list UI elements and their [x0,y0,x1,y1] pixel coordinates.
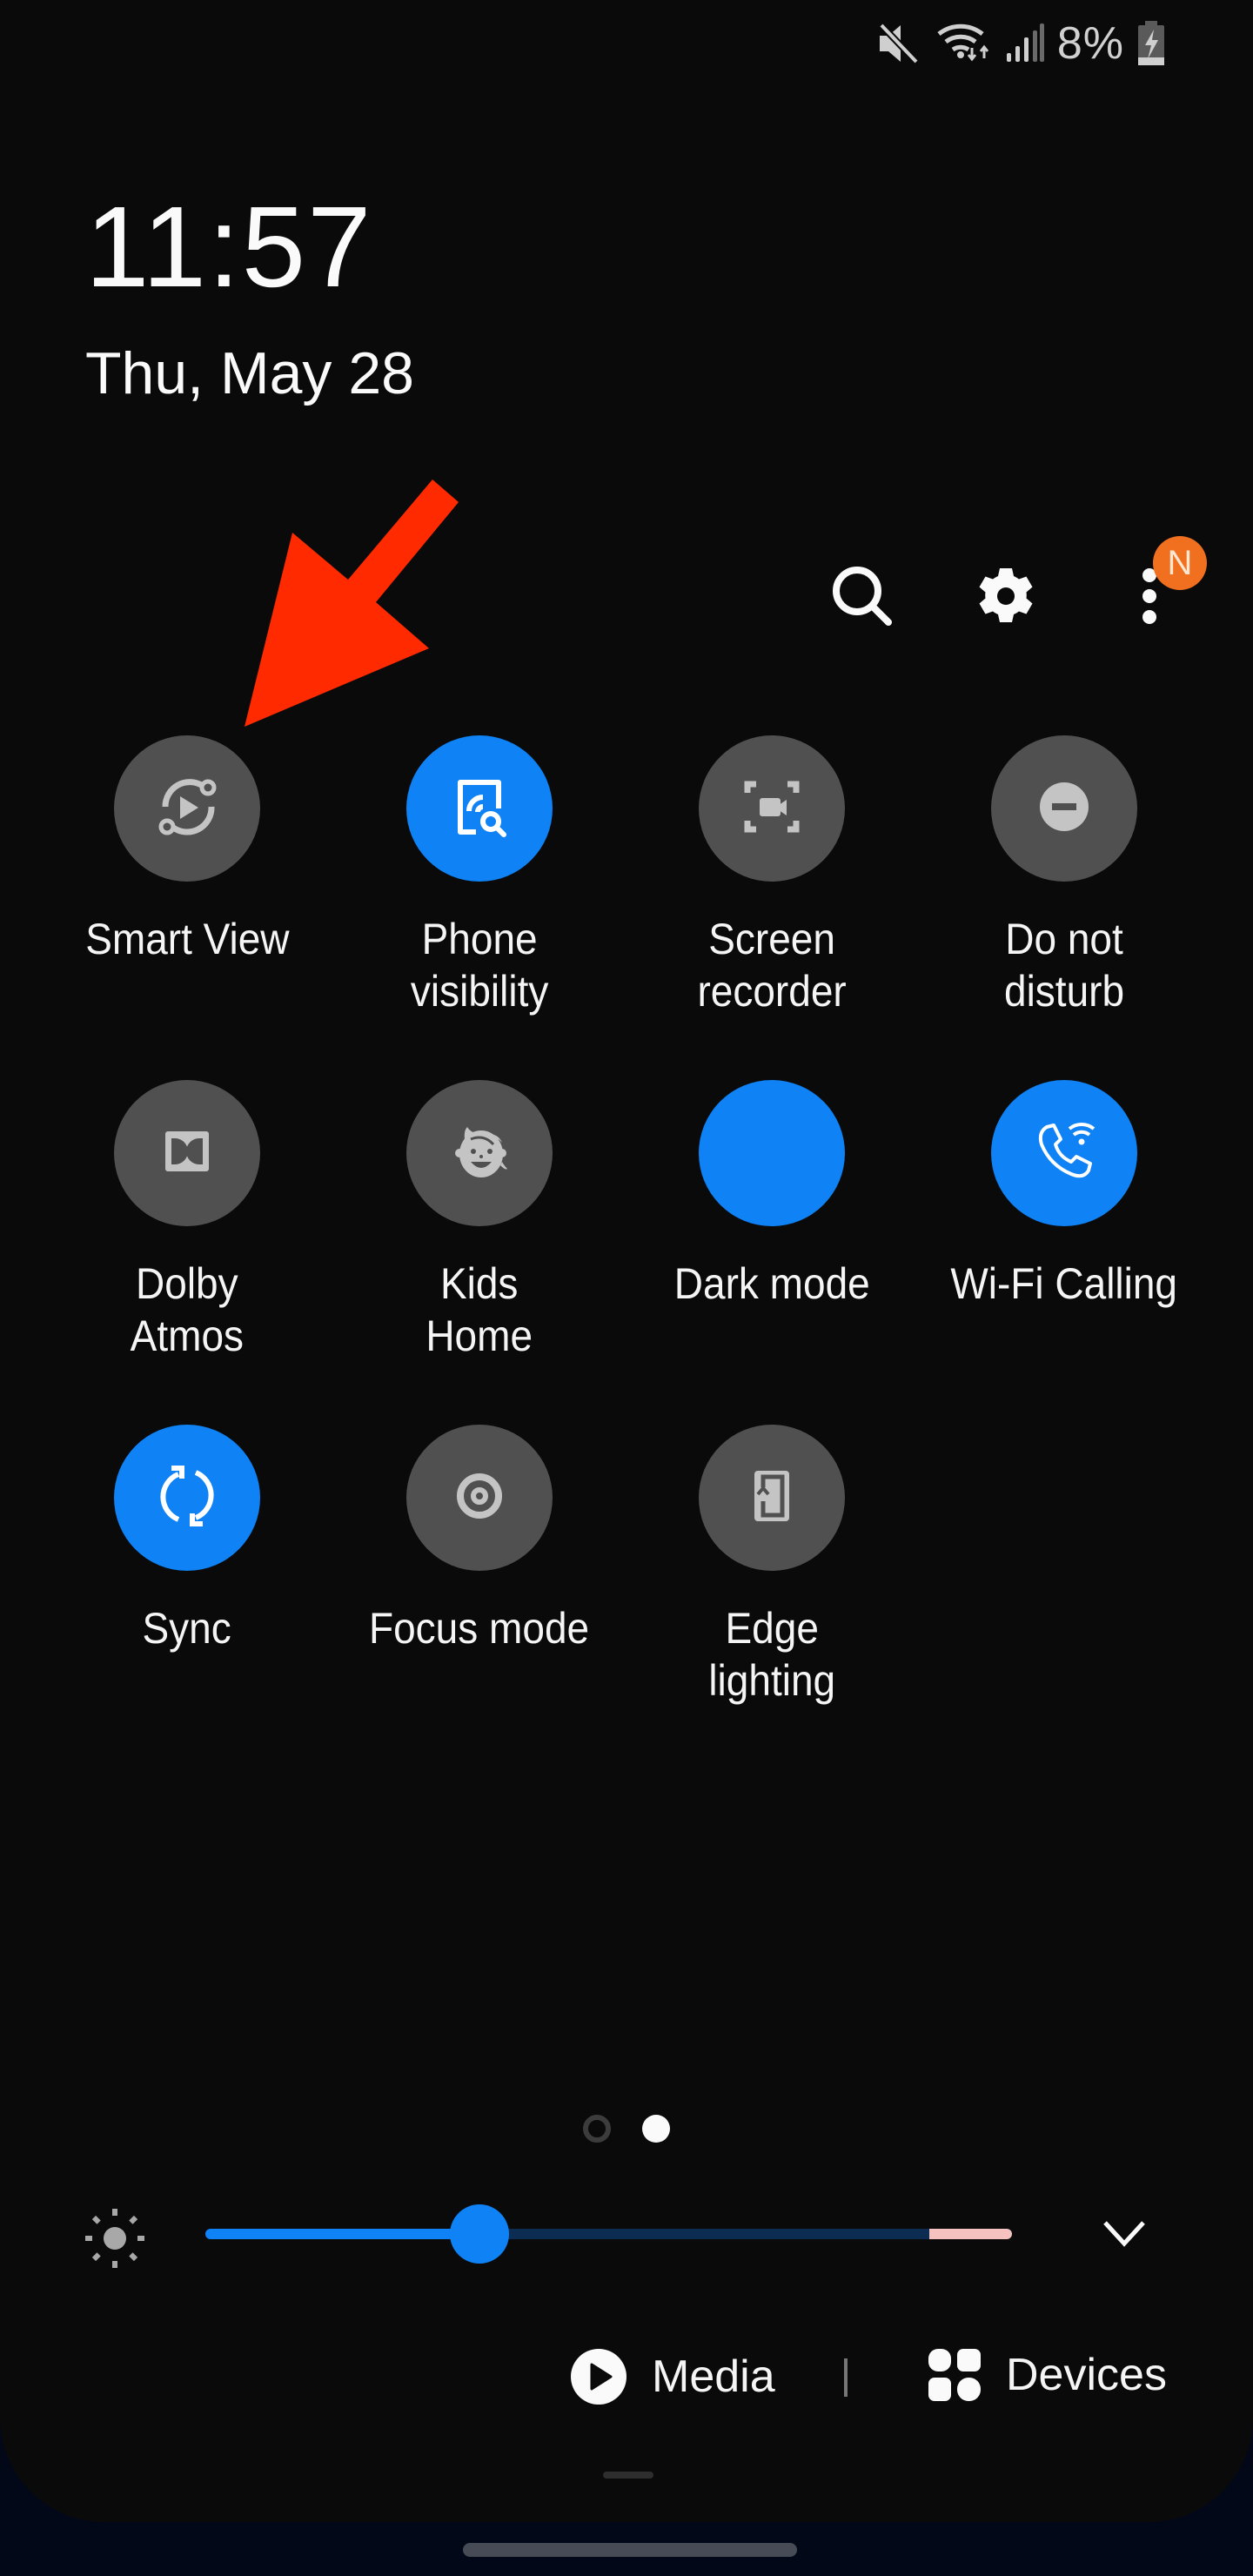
sun-icon [78,2202,151,2279]
quick-tile-toggle[interactable] [114,1080,260,1226]
focus-target-icon [436,1452,523,1544]
quick-tile-toggle[interactable] [406,1080,553,1226]
quick-tile-label: Kids Home [425,1259,533,1360]
devices-label: Devices [1006,2350,1167,2400]
quick-tile-label: Edge lighting [708,1604,835,1705]
quick-tile-label: Phone visibility [410,915,549,1016]
quick-tile-toggle[interactable] [699,1080,845,1226]
expand-button[interactable] [1098,2210,1150,2257]
devices-grid-icon [928,2349,981,2401]
brightness-extra-range [929,2229,1012,2239]
quick-tile-edge-lighting[interactable]: Edge lighting [626,1425,918,1707]
quick-tile-toggle[interactable] [991,1080,1137,1226]
quick-tile-label: Smart View [84,915,290,963]
quick-tile-kids-home[interactable]: Kids Home [333,1080,626,1362]
play-circle-icon [571,2349,626,2405]
brightness-fill [205,2229,480,2239]
brightness-thumb[interactable] [450,2204,510,2264]
edge-lighting-icon [728,1452,815,1544]
quick-tile-dolby-atmos[interactable]: Dolby Atmos [41,1080,333,1362]
quick-tile-focus-mode[interactable]: Focus mode [333,1425,626,1654]
page-indicator-2-active[interactable] [642,2115,670,2143]
quick-tile-label: Do not disturb [1003,915,1125,1016]
quick-tile-label: Focus mode [369,1604,590,1653]
media-label: Media [652,2351,775,2402]
media-button[interactable]: Media [570,2348,775,2405]
navigation-gesture-bar[interactable] [463,2543,797,2557]
page-indicator-1[interactable] [583,2115,611,2143]
annotation-arrow [245,480,459,727]
dolby-icon [144,1108,231,1199]
quick-tile-dark-mode[interactable]: Dark mode [626,1080,918,1310]
quick-tile-label: Screen recorder [697,915,847,1016]
panel-drag-handle[interactable] [603,2472,653,2479]
quick-tile-wi-fi-calling[interactable]: Wi-Fi Calling [918,1080,1210,1310]
devices-button[interactable]: Devices [928,2348,1167,2402]
quick-tile-label: Wi-Fi Calling [950,1259,1178,1308]
chevron-down-icon [1103,2221,1145,2247]
moon-icon [728,1108,815,1199]
wifi-calling-icon [1021,1108,1108,1199]
quick-tile-toggle[interactable] [699,1425,845,1571]
kids-face-icon [436,1108,523,1199]
quick-tile-label: Dark mode [673,1259,870,1308]
quick-tile-sync[interactable]: Sync [41,1425,333,1654]
sync-icon [144,1452,231,1544]
bottom-divider [844,2358,848,2397]
quick-tile-label: Sync [142,1604,232,1653]
quick-tile-toggle[interactable] [114,1425,260,1571]
quick-tile-toggle[interactable] [406,1425,553,1571]
quick-tile-label: Dolby Atmos [130,1259,245,1360]
